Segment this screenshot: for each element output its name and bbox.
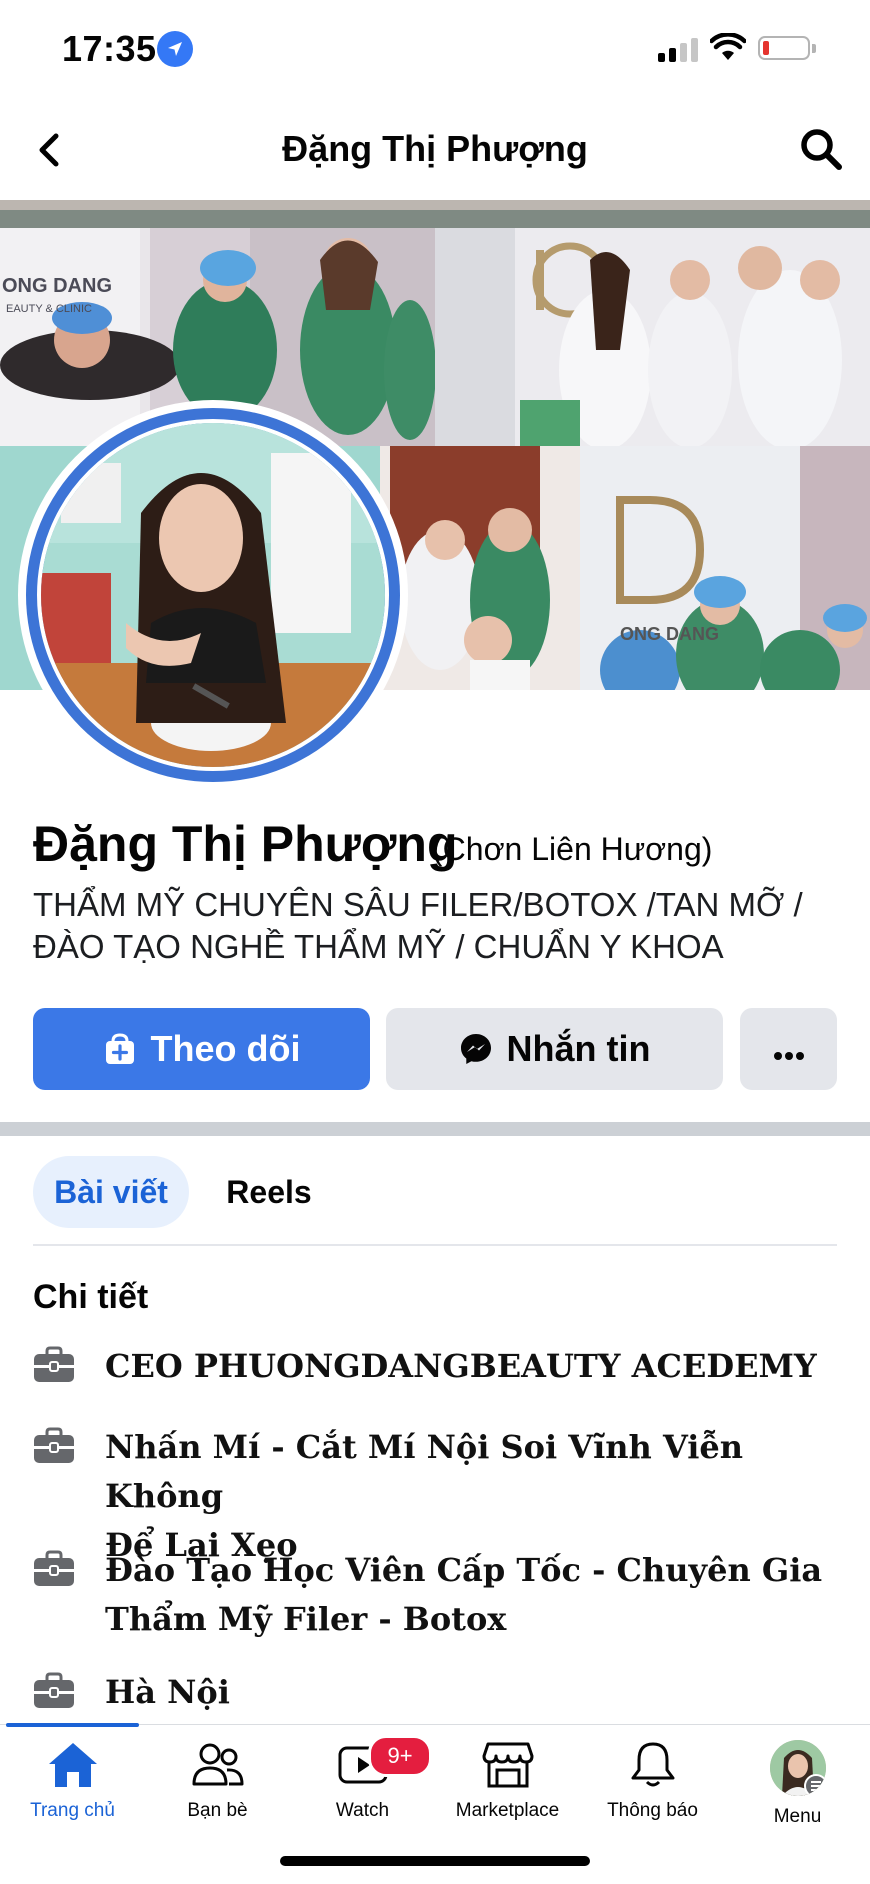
page-title: Đặng Thị Phượng — [282, 128, 588, 169]
nav-label: Marketplace — [455, 1800, 560, 1821]
nav-label: Thông báo — [607, 1800, 698, 1821]
detail-text: Hà Nội — [105, 1673, 230, 1711]
bell-icon — [631, 1742, 674, 1787]
profile-avatar[interactable] — [37, 419, 389, 771]
battery-icon — [758, 36, 810, 60]
marketplace-icon — [482, 1742, 533, 1788]
tabs-divider — [33, 1244, 837, 1246]
nav-notifications[interactable]: Thông báo — [580, 1740, 725, 1822]
briefcase-icon — [34, 1427, 74, 1463]
message-button-label: Nhắn tin — [506, 1028, 651, 1069]
tab-reels[interactable]: Reels — [206, 1156, 332, 1228]
battery-cap — [812, 44, 816, 53]
friends-icon — [192, 1743, 243, 1786]
nav-label: Menu — [773, 1806, 822, 1827]
status-time: 17:35 — [62, 28, 157, 69]
watch-notification-badge: 9+ — [368, 1735, 432, 1777]
profile-bio-line: ĐÀO TẠO NGHỀ THẨM MỸ / CHUẨN Y KHOA — [33, 928, 724, 965]
follow-button-label: Theo dõi — [150, 1028, 301, 1069]
detail-text: Nhấn Mí - Cắt Mí Nội Soi Vĩnh Viễn Không — [105, 1428, 743, 1515]
profile-alternate-name: (Chơn Liên Hương) — [432, 831, 713, 867]
more-dots-icon — [772, 1028, 806, 1070]
profile-name: Đặng Thị Phượng — [33, 816, 458, 872]
cover-sign-subtext: EAUTY & CLINIC — [6, 303, 92, 315]
profile-bio: THẨM MỸ CHUYÊN SÂU FILER/BOTOX /TAN MỠ /… — [33, 884, 853, 968]
search-icon[interactable] — [798, 126, 844, 177]
profile-bio-line: THẨM MỸ CHUYÊN SÂU FILER/BOTOX /TAN MỠ / — [33, 886, 803, 923]
detail-item-location: Hà Nội — [33, 1668, 833, 1717]
nav-menu[interactable]: Menu — [725, 1740, 870, 1828]
detail-text: CEO PHUONGDANGBEAUTY ACEDEMY — [105, 1347, 817, 1385]
nav-label: Bạn bè — [187, 1800, 248, 1821]
detail-item-training: Đào Tạo Học Viên Cấp Tốc - Chuyên Gia Th… — [33, 1546, 833, 1644]
tab-posts[interactable]: Bài viết — [33, 1156, 189, 1228]
menu-hamburger-icon — [803, 1774, 826, 1796]
wifi-icon — [709, 32, 747, 66]
nav-label: Trang chủ — [30, 1800, 115, 1821]
follow-plus-icon — [103, 1032, 137, 1066]
cover-sign-text: ONG DANG — [2, 275, 112, 297]
follow-button[interactable]: Theo dõi — [33, 1008, 370, 1090]
briefcase-icon — [34, 1346, 74, 1382]
nav-label: Watch — [335, 1800, 390, 1821]
nav-friends[interactable]: Bạn bè — [145, 1740, 290, 1822]
details-title: Chi tiết — [33, 1278, 149, 1316]
location-arrow-icon — [157, 31, 193, 67]
cover-sign-text-2: ONG DANG — [620, 624, 719, 644]
detail-text: Đào Tạo Học Viên Cấp Tốc - Chuyên Gia — [105, 1551, 823, 1589]
detail-text: Thẩm Mỹ Filer - Botox — [105, 1600, 507, 1638]
briefcase-icon — [34, 1550, 74, 1586]
section-divider — [0, 1122, 870, 1136]
message-button[interactable]: Nhắn tin — [386, 1008, 723, 1090]
menu-avatar — [769, 1740, 826, 1796]
nav-marketplace[interactable]: Marketplace — [435, 1740, 580, 1822]
active-tab-indicator — [6, 1723, 139, 1727]
home-icon — [48, 1743, 97, 1787]
briefcase-icon — [34, 1672, 74, 1708]
messenger-icon — [459, 1032, 493, 1066]
cellular-signal-icon — [658, 36, 698, 62]
detail-item-workplace: CEO PHUONGDANGBEAUTY ACEDEMY — [33, 1342, 833, 1391]
more-options-button[interactable] — [740, 1008, 837, 1090]
home-indicator — [280, 1856, 590, 1866]
nav-home[interactable]: Trang chủ — [0, 1740, 145, 1822]
